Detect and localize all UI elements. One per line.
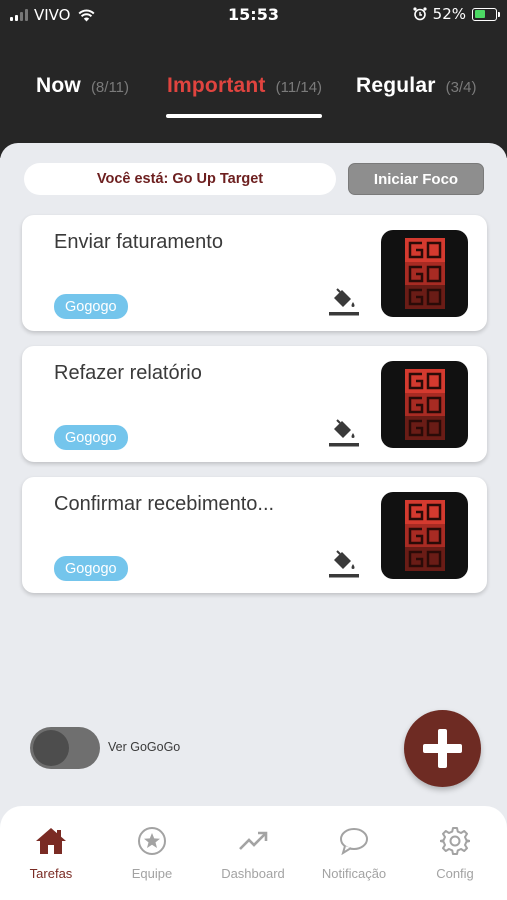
nav-label: Tarefas [29, 866, 73, 881]
nav-notificacao[interactable]: Notificação [304, 826, 404, 881]
bottom-navigation: Tarefas Equipe Dashboard Notificação Con… [0, 806, 507, 900]
current-target-label: Você está: Go Up Target [24, 163, 336, 195]
chat-bubble-icon [340, 828, 368, 855]
task-title: Refazer relatório [54, 362, 202, 384]
active-tab-indicator [166, 114, 322, 118]
task-card[interactable]: Refazer relatório Gogogo [22, 346, 487, 462]
nav-equipe[interactable]: Equipe [102, 826, 202, 881]
tab-regular[interactable]: Regular (3/4) [356, 74, 476, 98]
tab-label: Important [167, 74, 266, 97]
task-title: Confirmar recebimento... [54, 493, 275, 515]
ver-gogogo-toggle[interactable] [30, 727, 100, 769]
nav-dashboard[interactable]: Dashboard [203, 826, 303, 881]
add-task-button[interactable] [404, 710, 481, 787]
gogogo-logo-thumbnail [381, 230, 468, 317]
task-tag[interactable]: Gogogo [54, 425, 128, 450]
task-card[interactable]: Enviar faturamento Gogogo [22, 215, 487, 331]
home-icon [36, 828, 66, 854]
toggle-knob [33, 730, 69, 766]
gogogo-logo [405, 238, 445, 309]
gear-icon [440, 827, 470, 855]
gogogo-logo [405, 369, 445, 440]
task-title: Enviar faturamento [54, 231, 223, 253]
trending-icon [239, 831, 268, 850]
gogogo-logo-thumbnail [381, 361, 468, 448]
paint-bucket-icon[interactable] [328, 285, 360, 319]
start-focus-button[interactable]: Iniciar Foco [348, 163, 484, 195]
status-bar: VIVO 15:53 52% [0, 0, 507, 30]
nav-label: Notificação [321, 866, 387, 881]
star-badge-icon [138, 827, 166, 855]
gogogo-logo [405, 500, 445, 571]
tab-count: (3/4) [445, 79, 477, 96]
task-tag[interactable]: Gogogo [54, 294, 128, 319]
top-header: VIVO 15:53 52% Now (8/11) Important (11/ [0, 0, 507, 158]
paint-bucket-icon[interactable] [328, 547, 360, 581]
paint-bucket-icon[interactable] [328, 416, 360, 450]
task-tag[interactable]: Gogogo [54, 556, 128, 581]
task-card[interactable]: Confirmar recebimento... Gogogo [22, 477, 487, 593]
toggle-label: Ver GoGoGo [108, 740, 181, 754]
nav-label: Dashboard [221, 866, 285, 881]
plus-icon [423, 729, 462, 768]
tab-now[interactable]: Now (8/11) [36, 74, 129, 98]
battery-icon [472, 7, 500, 21]
nav-label: Equipe [131, 866, 173, 881]
tab-label: Now [36, 74, 81, 97]
nav-tarefas[interactable]: Tarefas [1, 826, 101, 881]
tab-count: (8/11) [90, 79, 130, 96]
battery-fill [474, 10, 485, 18]
alarm-icon [413, 7, 427, 21]
battery-percent: 52% [432, 5, 466, 23]
tab-label: Regular [356, 74, 436, 97]
gogogo-logo-thumbnail [381, 492, 468, 579]
nav-label: Config [436, 866, 474, 881]
tab-count: (11/14) [275, 79, 323, 96]
nav-config[interactable]: Config [405, 826, 505, 881]
category-tabs: Now (8/11) Important (11/14) Regular (3/… [0, 74, 507, 118]
tab-important[interactable]: Important (11/14) [167, 74, 322, 98]
